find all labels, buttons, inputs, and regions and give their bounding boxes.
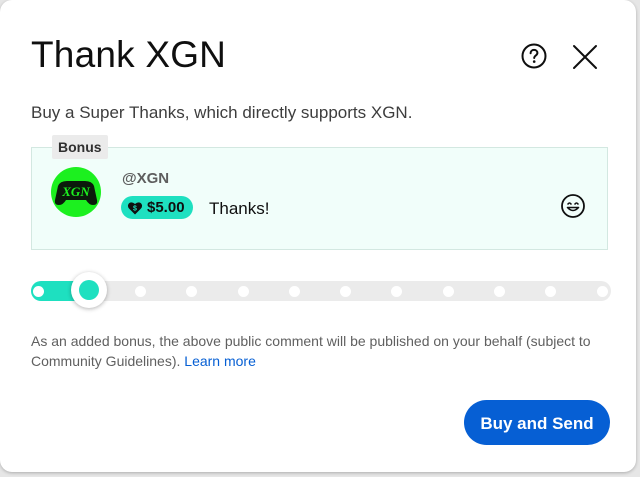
emoji-button[interactable]	[560, 193, 586, 219]
super-thanks-dialog: Thank XGN Buy a Super Thanks, which dire…	[0, 0, 636, 472]
comment-author: @XGN	[122, 170, 170, 187]
help-circle-icon	[521, 43, 547, 69]
slider-step-1[interactable]	[32, 286, 44, 297]
xgn-logo-icon: XGN	[54, 181, 98, 205]
heart-dollar-icon: $	[127, 201, 143, 214]
amount-value: $5.00	[147, 199, 185, 216]
slider-step-6[interactable]	[288, 286, 300, 297]
amount-badge: $ $5.00	[121, 196, 193, 219]
close-icon	[573, 45, 597, 69]
slider-step-5[interactable]	[237, 286, 249, 297]
slider-step-10[interactable]	[493, 286, 505, 297]
avatar-logo-text: XGN	[61, 184, 90, 199]
svg-text:$: $	[133, 205, 137, 212]
comment-text[interactable]: Thanks!	[209, 199, 269, 219]
avatar: XGN	[51, 167, 101, 217]
smiley-icon	[561, 194, 585, 218]
comment-preview	[31, 147, 608, 250]
dialog-title: Thank XGN	[31, 34, 227, 75]
slider-step-12[interactable]	[596, 286, 608, 297]
slider-step-3[interactable]	[135, 286, 147, 297]
slider-thumb-center	[79, 280, 100, 300]
disclaimer-body: As an added bonus, the above public comm…	[31, 333, 591, 369]
disclaimer-text: As an added bonus, the above public comm…	[31, 331, 591, 371]
help-button[interactable]	[520, 42, 548, 70]
buy-and-send-button[interactable]: Buy and Send	[464, 400, 610, 445]
slider-thumb[interactable]	[71, 272, 108, 308]
dialog-subtitle: Buy a Super Thanks, which directly suppo…	[31, 103, 413, 122]
amount-slider[interactable]	[31, 281, 611, 301]
learn-more-link[interactable]: Learn more	[184, 353, 256, 369]
slider-step-9[interactable]	[442, 286, 454, 297]
bonus-badge: Bonus	[52, 135, 108, 159]
close-button[interactable]	[570, 42, 600, 72]
